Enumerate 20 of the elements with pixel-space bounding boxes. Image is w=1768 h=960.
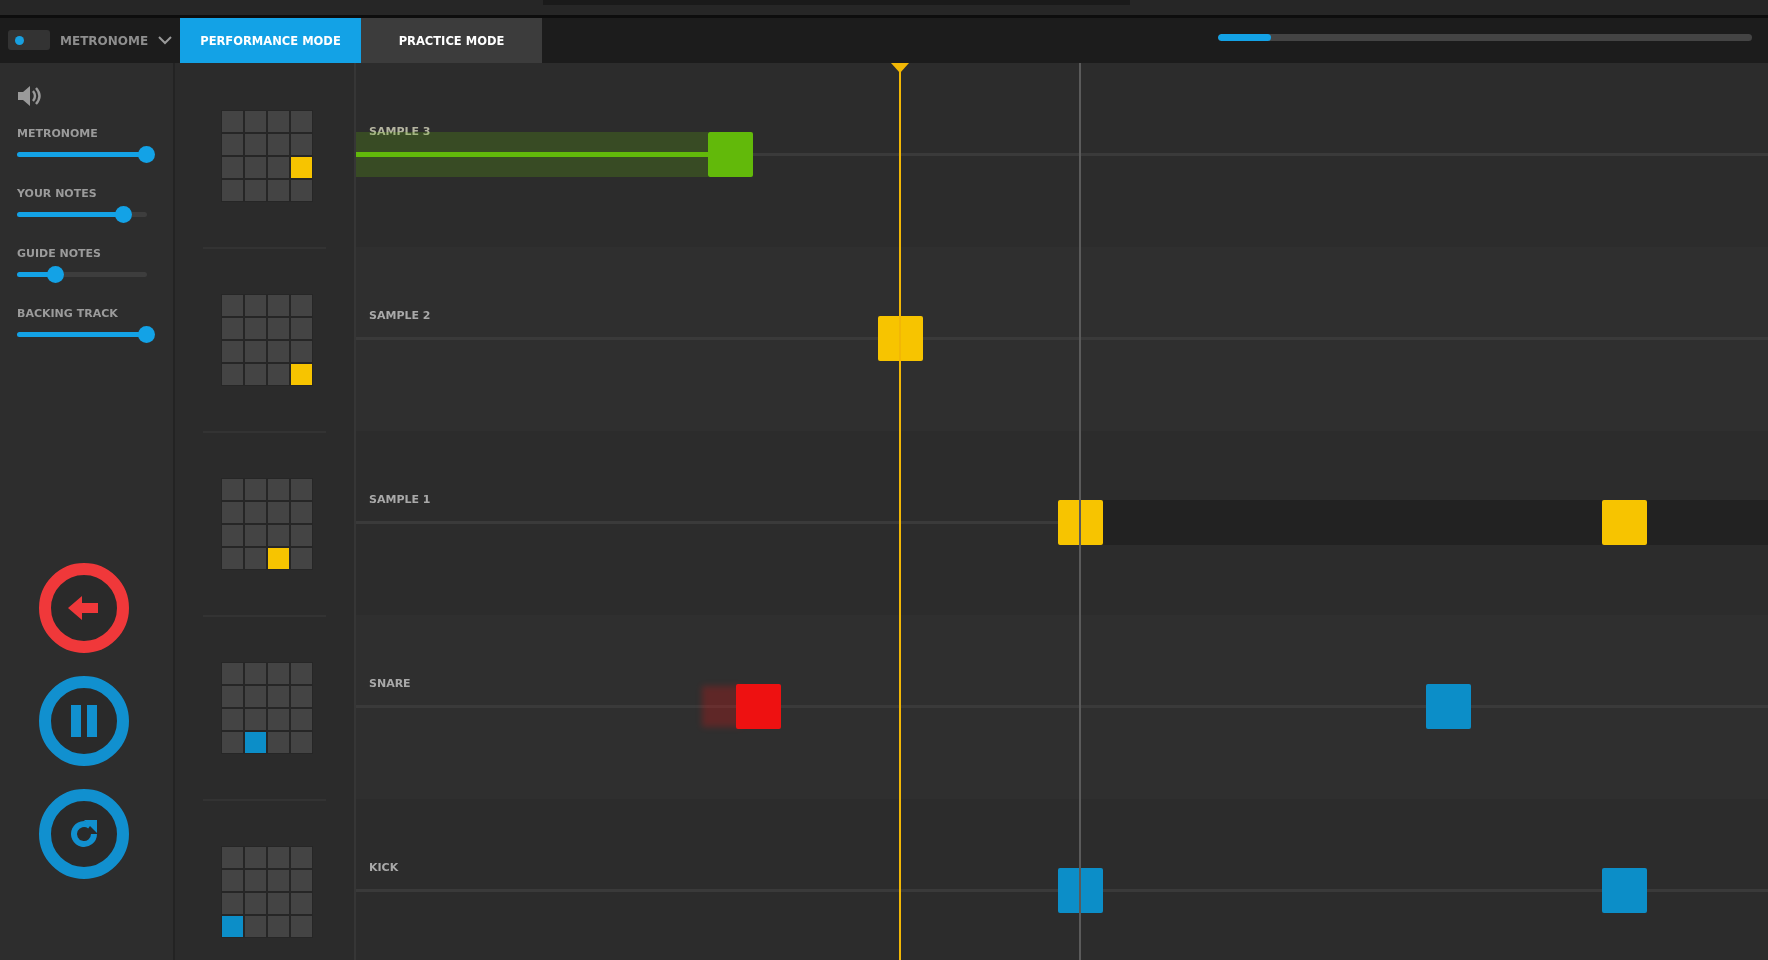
lane-label: SAMPLE 2 bbox=[369, 309, 431, 322]
speaker-icon bbox=[17, 85, 43, 107]
mode-tab[interactable]: PERFORMANCE MODE bbox=[180, 18, 361, 63]
slider-thumb[interactable] bbox=[138, 146, 155, 163]
mode-tab[interactable]: PRACTICE MODE bbox=[361, 18, 542, 63]
slider-thumb[interactable] bbox=[138, 326, 155, 343]
lane-label: SNARE bbox=[369, 677, 411, 690]
lane-label: SAMPLE 3 bbox=[369, 125, 431, 138]
slider-thumb[interactable] bbox=[47, 266, 64, 283]
slider-label: GUIDE NOTES bbox=[17, 247, 103, 260]
slider-label: METRONOME bbox=[17, 127, 99, 140]
slider-thumb[interactable] bbox=[114, 206, 132, 223]
pause-icon bbox=[69, 704, 99, 738]
slider-label: YOUR NOTES bbox=[17, 187, 98, 200]
chevron-down-icon bbox=[158, 36, 173, 45]
metronome-dropdown[interactable]: METRONOME bbox=[50, 18, 180, 63]
metronome-toggle[interactable] bbox=[8, 30, 50, 50]
slider-label: BACKING TRACK bbox=[17, 307, 119, 320]
lane-label: KICK bbox=[369, 861, 399, 874]
lane-label: SAMPLE 1 bbox=[369, 493, 431, 506]
